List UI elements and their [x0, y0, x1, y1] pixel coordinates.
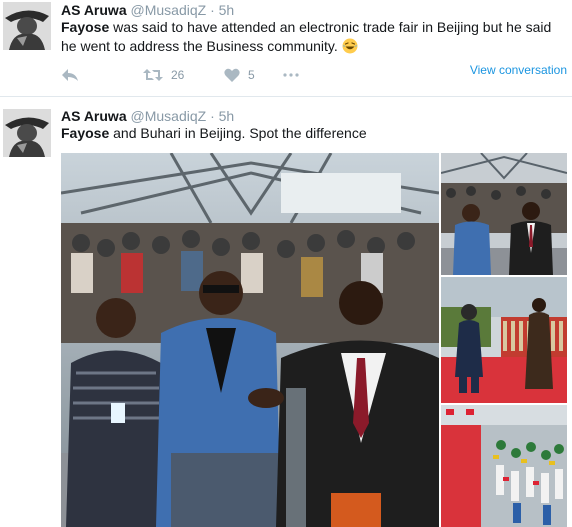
tweet-2: AS Aruwa @MusadiqZ · 5h Fayose and Buhar… — [0, 98, 572, 527]
tweet-1: AS Aruwa @MusadiqZ · 5h Fayose was said … — [0, 0, 572, 97]
hashtag-mention[interactable]: Fayose — [61, 19, 109, 35]
like-button[interactable]: 5 — [224, 66, 255, 84]
photo-buhari-red-carpet[interactable] — [441, 277, 567, 403]
reply-icon — [61, 68, 79, 82]
photo-buhari-seated[interactable] — [441, 153, 567, 275]
retweet-count: 26 — [171, 68, 185, 82]
reply-button[interactable] — [61, 66, 79, 84]
separator: · — [210, 2, 215, 18]
laughing-emoji-icon — [342, 38, 358, 54]
heart-icon — [224, 68, 240, 82]
like-count: 5 — [248, 68, 255, 82]
tweet-text: Fayose was said to have attended an elec… — [61, 18, 566, 56]
avatar[interactable] — [3, 109, 51, 157]
tweet-body: was said to have attended an electronic … — [61, 19, 552, 54]
retweet-icon — [143, 68, 163, 82]
avatar[interactable] — [3, 2, 51, 50]
author-handle[interactable]: @MusadiqZ — [131, 108, 207, 124]
photo-fayose-trade-fair[interactable] — [61, 153, 439, 527]
more-button[interactable] — [283, 66, 299, 84]
more-dots-icon — [283, 73, 299, 77]
timestamp[interactable]: 5h — [219, 2, 235, 18]
tweet-text: Fayose and Buhari in Beijing. Spot the d… — [61, 124, 566, 143]
separator: · — [210, 108, 215, 124]
retweet-button[interactable]: 26 — [143, 66, 184, 84]
hashtag-mention[interactable]: Fayose — [61, 125, 109, 141]
tweet-divider — [0, 96, 572, 97]
author-name[interactable]: AS Aruwa — [61, 108, 127, 124]
timestamp[interactable]: 5h — [219, 108, 235, 124]
tweet-header: AS Aruwa @MusadiqZ · 5h — [61, 108, 234, 124]
tweet-body: and Buhari in Beijing. Spot the differen… — [109, 125, 367, 141]
author-handle[interactable]: @MusadiqZ — [131, 2, 207, 18]
view-conversation-link[interactable]: View conversation — [470, 63, 567, 77]
photo-welcome-ceremony[interactable] — [441, 405, 567, 527]
tweet-header: AS Aruwa @MusadiqZ · 5h — [61, 2, 234, 18]
author-name[interactable]: AS Aruwa — [61, 2, 127, 18]
